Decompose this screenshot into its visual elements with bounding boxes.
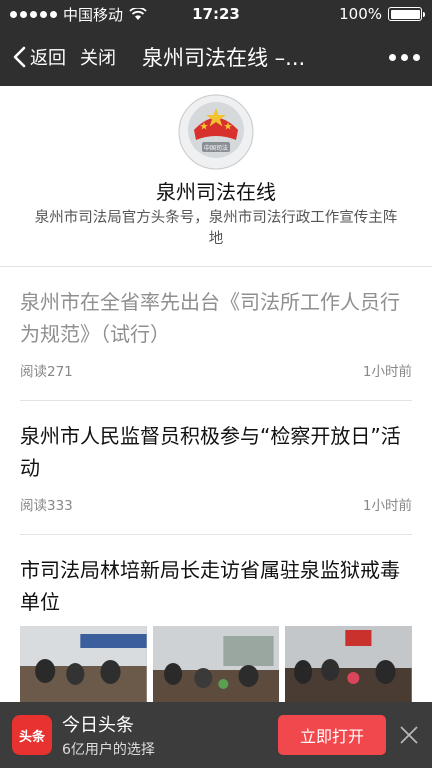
app-download-banner: 头条 今日头条 6亿用户的选择 立即打开 xyxy=(0,702,432,768)
article-title: 泉州市在全省率先出台《司法所工作人员行为规范》（试行） xyxy=(20,290,400,346)
emblem-text: 中国司法 xyxy=(204,144,228,152)
article-item[interactable]: 市司法局林培新局长走访省属驻泉监狱戒毒单位 xyxy=(20,554,412,618)
publish-time: 1小时前 xyxy=(362,498,412,514)
account-name: 泉州司法在线 xyxy=(156,180,276,204)
app-subtitle: 6亿用户的选择 xyxy=(62,742,155,758)
divider xyxy=(20,534,412,535)
article-meta: 阅读271 1小时前 xyxy=(20,360,412,380)
justice-emblem-logo: 中国司法 xyxy=(178,94,254,170)
publish-time: 1小时前 xyxy=(362,364,412,380)
back-label: 返回 xyxy=(30,48,66,69)
open-app-button[interactable]: 立即打开 xyxy=(278,715,386,755)
app-name: 今日头条 xyxy=(62,715,134,736)
nav-bar: 返回 关闭 泉州司法在线 –... xyxy=(0,28,432,86)
article-item[interactable]: 泉州市人民监督员积极参与“检察开放日”活动 阅读333 1小时前 xyxy=(20,420,412,514)
divider xyxy=(0,266,432,267)
toutiao-app-icon: 头条 xyxy=(12,715,52,755)
battery-icon xyxy=(388,7,425,21)
chevron-left-icon xyxy=(13,46,26,68)
back-button[interactable]: 返回 xyxy=(12,44,66,70)
account-description: 泉州市司法局官方头条号，泉州市司法行政工作宣传主阵地 xyxy=(34,210,398,247)
close-button[interactable]: 关闭 xyxy=(80,44,116,70)
clock: 17:23 xyxy=(192,5,240,23)
page-title: 泉州司法在线 –... xyxy=(142,46,306,70)
close-icon[interactable] xyxy=(398,724,420,746)
thumbnail-image xyxy=(285,626,413,702)
read-count: 阅读333 xyxy=(20,498,73,514)
account-header: 中国司法 泉州司法在线 泉州市司法局官方头条号，泉州市司法行政工作宣传主阵地 xyxy=(0,86,432,266)
article-title: 泉州市人民监督员积极参与“检察开放日”活动 xyxy=(20,424,401,480)
article-meta: 阅读333 1小时前 xyxy=(20,494,412,514)
divider xyxy=(20,400,412,401)
article-thumbnails[interactable] xyxy=(20,626,413,702)
article-item[interactable]: 泉州市在全省率先出台《司法所工作人员行为规范》（试行） 阅读271 1小时前 xyxy=(20,286,412,380)
thumbnail-image xyxy=(152,626,280,702)
more-icon[interactable] xyxy=(389,53,420,61)
status-bar: 中国移动 17:23 100% xyxy=(0,0,432,28)
thumbnail-image xyxy=(20,626,147,702)
article-title: 市司法局林培新局长走访省属驻泉监狱戒毒单位 xyxy=(20,558,400,614)
read-count: 阅读271 xyxy=(20,364,73,380)
